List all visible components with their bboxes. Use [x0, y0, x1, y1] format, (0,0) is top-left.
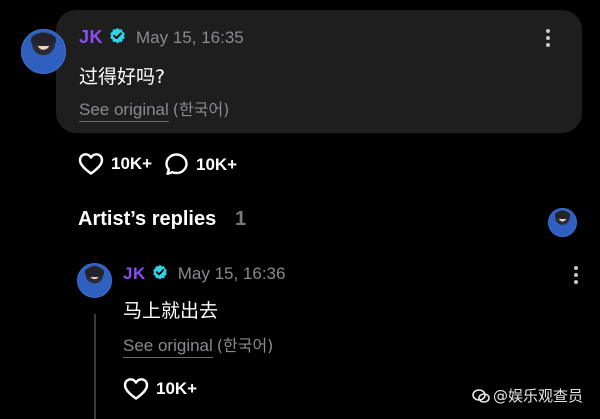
watermark-text: @娱乐观查员 [493, 387, 584, 405]
watermark-logo-icon [472, 388, 490, 403]
post-translation-row: See original (한국어) [79, 96, 229, 122]
post-language-note: (한국어) [172, 100, 230, 119]
reply-text: 马上就出去 [123, 300, 219, 322]
reply-author-name[interactable]: JK [123, 264, 146, 284]
comment-bubble-icon [165, 153, 188, 175]
reply-see-original-link[interactable]: See original [123, 336, 213, 358]
reply-author-avatar[interactable] [77, 263, 112, 298]
reply-translation-row: See original (한국어) [123, 332, 273, 358]
post-more-vertical-icon[interactable] [545, 29, 551, 49]
post-see-original-link[interactable]: See original [79, 100, 169, 122]
reply-timestamp: May 15, 16:36 [177, 264, 286, 283]
post-like-button[interactable]: 10K+ [78, 152, 152, 176]
post-timestamp: May 15, 16:35 [136, 27, 244, 47]
watermark: @娱乐观查员 [472, 385, 583, 406]
reply-like-button[interactable]: 10K+ [123, 377, 197, 401]
post-comment-button[interactable]: 10K+ [164, 152, 237, 177]
post-like-count: 10K+ [111, 154, 153, 173]
post-comment-count: 10K+ [196, 154, 238, 174]
reply-like-count: 10K+ [156, 379, 198, 398]
heart-icon [78, 153, 104, 175]
verified-badge-icon [109, 27, 126, 48]
reply-thread-line [94, 314, 96, 419]
artist-replies-title: Artist’s replies [78, 208, 217, 230]
post-author-row: JK May 15, 16:35 [79, 27, 244, 48]
post-text: 过得好吗? [79, 66, 166, 88]
verified-badge-icon [152, 264, 168, 284]
reply-language-note: (한국어) [216, 336, 274, 355]
post-author-avatar[interactable] [21, 29, 66, 74]
reply-more-vertical-icon[interactable] [573, 266, 579, 286]
reply-author-row: JK May 15, 16:36 [123, 264, 285, 284]
post-author-name[interactable]: JK [79, 27, 103, 48]
artist-replies-count: 1 [235, 208, 247, 230]
artist-avatar[interactable] [548, 208, 577, 237]
fan-post-page: JK May 15, 16:35 过得好吗? See original (한국어… [0, 0, 600, 419]
heart-icon [123, 378, 149, 400]
